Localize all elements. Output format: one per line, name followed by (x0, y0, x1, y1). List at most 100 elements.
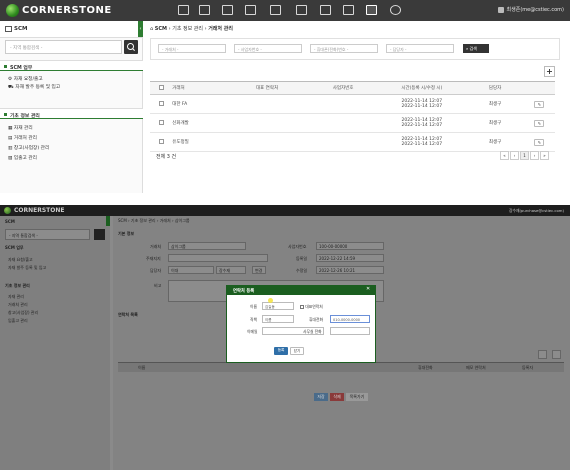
edit-icon[interactable]: ✎ (534, 119, 545, 127)
company-input[interactable]: 삼이그룹 (168, 242, 246, 250)
row-checkbox[interactable] (150, 132, 173, 152)
client-phone (225, 113, 309, 133)
menu-item-warehouse[interactable]: 창고(사업장) 관리 (8, 310, 38, 316)
collapse-sidebar-button[interactable]: ‹ (138, 21, 143, 37)
menu-item-label: 입출고 관리 (13, 156, 37, 161)
menu-item-client[interactable]: ▤ 거래처 관리 (8, 135, 37, 141)
client-name[interactable]: 유도정밀 (172, 132, 226, 152)
office-phone-label: 사무실 전화 (303, 329, 322, 334)
manager-select-button[interactable]: 장수재 (216, 266, 246, 274)
menu-item-order-register[interactable]: 자재 발주 등록 및 입고 (8, 265, 46, 271)
home-icon[interactable]: ⌂ (150, 26, 153, 32)
top-navigation-bar-2: CORNERSTONE 장수재(purchase@cstiec.com) (0, 205, 570, 216)
user-info[interactable]: 최생존(me@cstiec.com) (497, 6, 564, 13)
building-icon[interactable] (366, 5, 377, 15)
menu-item-inout[interactable]: 입출고 관리 (8, 318, 28, 324)
factory-icon[interactable] (343, 5, 354, 15)
breadcrumb-item[interactable]: SCM (155, 26, 167, 32)
menu-item-order-register[interactable]: ⛟ 자재 발주 등록 및 입고 (8, 84, 60, 91)
page-last[interactable]: » (540, 151, 549, 160)
register-button[interactable]: 등록 (274, 347, 288, 355)
section-scm-work[interactable]: SCM 업무 (5, 245, 24, 251)
rep-contact-checkbox[interactable]: 대표연락처 (300, 304, 323, 310)
office-phone-input[interactable] (330, 327, 370, 335)
table-row[interactable]: 신화개발 2022-11-14 12:07 2022-11-14 12:07 최생… (150, 113, 555, 133)
biz-input[interactable]: 100-00-00000 (316, 242, 384, 250)
edit-icon[interactable]: ✎ (534, 100, 545, 108)
column-header[interactable]: 시간(등록 시/수정 시) (377, 81, 467, 95)
column-header[interactable]: 담당자 (466, 81, 524, 95)
scm-icon (5, 26, 12, 32)
name-input[interactable]: 김길동 (262, 302, 294, 310)
menu-item-material[interactable]: 자재 관리 (8, 294, 24, 300)
column-header[interactable]: 휴대전화 (418, 365, 433, 371)
manager-change-button[interactable]: 변경 (252, 266, 266, 274)
table-row[interactable]: 대한 FA 2022-11-14 12:07 2022-11-14 12:07 최… (150, 94, 555, 114)
email-label: 이메일 (247, 329, 258, 334)
row-checkbox[interactable] (150, 113, 173, 133)
modified-time: 2022-11-14 12:07 (401, 123, 443, 128)
box-icon[interactable] (178, 5, 189, 15)
menu-item-material-request[interactable]: 자재 요청/출고 (8, 257, 33, 263)
section-basic-info[interactable]: 기초 정보 관리 (5, 283, 30, 289)
monitor-icon[interactable] (270, 5, 281, 15)
filter-manager[interactable]: - 담당자 - (386, 44, 454, 53)
add-button[interactable]: + (544, 66, 555, 77)
collapse-sidebar-button[interactable] (106, 216, 110, 226)
filter-phone[interactable]: - 휴대폰(전화)번호 - (310, 44, 378, 53)
address-input[interactable] (168, 254, 268, 262)
column-header[interactable]: 사업자번호 (308, 81, 378, 95)
menu-item-warehouse[interactable]: ▥ 창고(사업장) 관리 (8, 145, 49, 151)
select-all-checkbox[interactable] (150, 81, 173, 95)
sidebar-search-input[interactable]: - 지역 통합검색 - (5, 229, 90, 240)
remove-contact-button[interactable] (552, 350, 561, 359)
column-header[interactable]: 거래처 (172, 81, 226, 95)
search-button[interactable] (124, 40, 138, 54)
card-icon[interactable] (199, 5, 210, 15)
filter-client[interactable]: - 거래처 - (158, 44, 226, 53)
search-submit-button[interactable]: ⌕ 검색 (463, 44, 489, 53)
column-header[interactable]: 등록자 (522, 365, 533, 371)
section-basic-info[interactable]: 기초 정보 관리 (0, 108, 143, 119)
user-name[interactable]: 장수재(purchase@cstiec.com) (509, 208, 564, 214)
row-checkbox[interactable] (150, 94, 173, 114)
column-header[interactable]: 대표 연락처 (225, 81, 309, 95)
add-contact-button[interactable] (538, 350, 547, 359)
menu-item-inout[interactable]: ▧ 입출고 관리 (8, 155, 37, 161)
search-button[interactable] (94, 229, 105, 240)
client-name[interactable]: 대한 FA (172, 94, 226, 114)
page-first[interactable]: « (500, 151, 509, 160)
client-phone (225, 94, 309, 114)
manager-input[interactable]: 이대 (168, 266, 214, 274)
back-to-list-button[interactable]: 목록가기 (346, 393, 368, 401)
cart-icon[interactable] (222, 5, 233, 15)
more-icon[interactable] (390, 5, 401, 15)
breadcrumb-item[interactable]: 기초 정보 관리 (172, 26, 203, 32)
close-icon[interactable]: ✕ (366, 286, 370, 292)
truck-icon[interactable] (245, 5, 256, 15)
page-current[interactable]: 1 (520, 151, 529, 160)
client-name[interactable]: 신화개발 (172, 113, 226, 133)
column-header[interactable]: 이름 (138, 365, 145, 371)
phone-input[interactable]: 010-0000-0000 (330, 315, 370, 323)
page-prev[interactable]: ‹ (510, 151, 519, 160)
column-header[interactable]: 메모 연락처 (466, 365, 486, 371)
separator (0, 193, 570, 205)
edit-icon[interactable]: ✎ (534, 138, 545, 146)
delete-button[interactable]: 삭제 (330, 393, 344, 401)
section-scm-work[interactable]: SCM 업무 (0, 60, 143, 71)
save-button[interactable]: 저장 (314, 393, 328, 401)
chart-icon[interactable] (320, 5, 331, 15)
cancel-button[interactable]: 닫기 (290, 347, 304, 355)
page-next[interactable]: › (530, 151, 539, 160)
sidebar-search-input[interactable]: - 지역 통합검색 - (5, 40, 122, 54)
settings-icon[interactable] (296, 5, 307, 15)
table-row[interactable]: 유도정밀 2022-11-14 12:07 2022-11-14 12:07 최생… (150, 132, 555, 152)
menu-item-client[interactable]: 거래처 관리 (8, 302, 28, 308)
menu-item-material[interactable]: ▦ 자재 관리 (8, 125, 33, 131)
reg-input: 2022-12-22 14:59 (316, 254, 384, 262)
title-input[interactable]: 이름 (262, 315, 294, 323)
filter-biz-number[interactable]: - 사업자번호 - (234, 44, 302, 53)
menu-item-material-request[interactable]: ⚙ 자재 요청/출고 (8, 76, 43, 82)
modified-time: 2022-11-14 12:07 (401, 104, 443, 109)
